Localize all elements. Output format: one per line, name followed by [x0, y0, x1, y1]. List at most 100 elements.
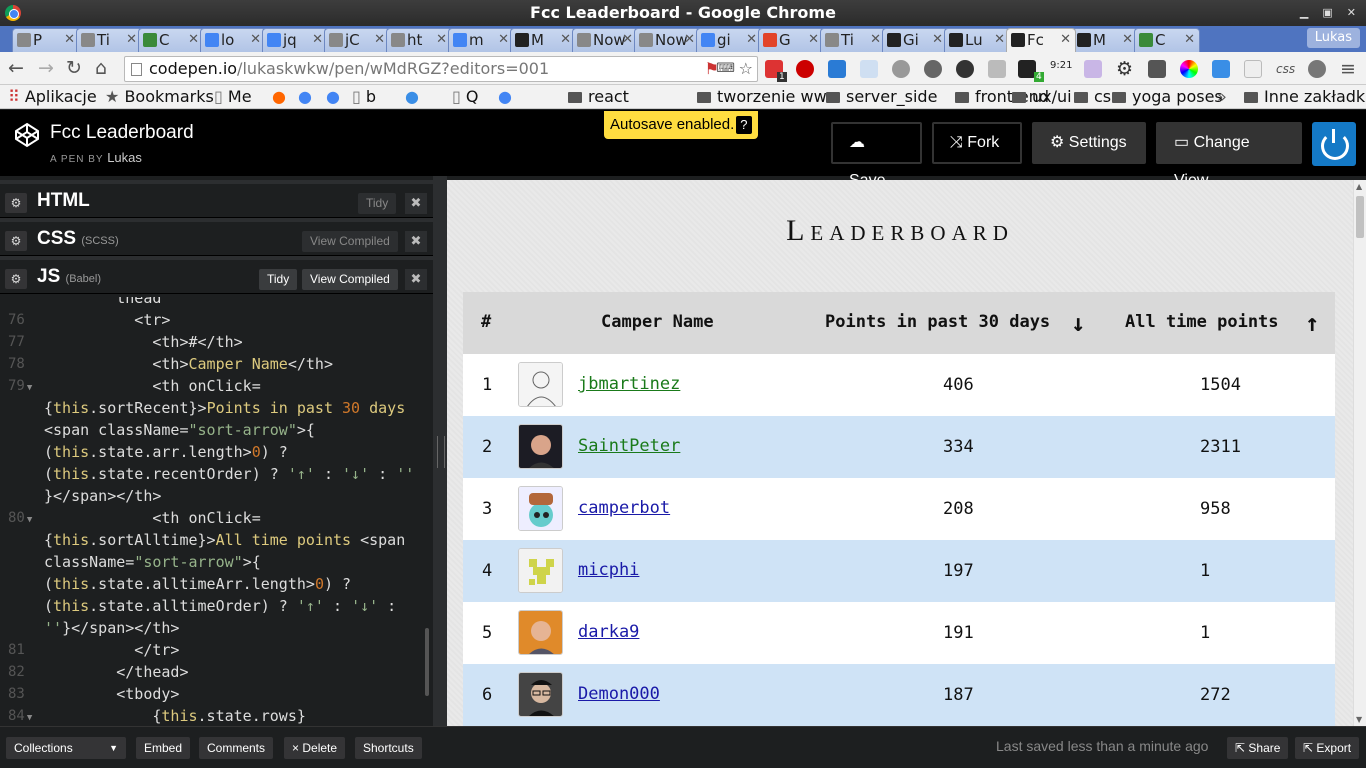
gear-icon[interactable]: ⚙ [1116, 58, 1133, 80]
browser-tab[interactable]: C ✕ [138, 28, 204, 52]
other-bookmarks[interactable]: Inne zakładki [1244, 86, 1366, 108]
extension-icon[interactable] [860, 60, 878, 78]
translate-icon[interactable]: ⌨ [716, 57, 735, 81]
bookmark-item[interactable]: ● [326, 86, 340, 108]
gear-icon[interactable]: ⚙ [5, 269, 27, 289]
bookmark-item[interactable]: ● [298, 86, 312, 108]
bookmark-item[interactable]: ★ Bookmarks [105, 86, 214, 108]
tab-close-icon[interactable]: ✕ [188, 29, 199, 51]
browser-tab[interactable]: P ✕ [12, 28, 80, 52]
forward-icon[interactable]: → [38, 58, 54, 78]
close-icon[interactable]: ✖ [405, 269, 427, 290]
pen-author[interactable]: Lukas [107, 150, 142, 165]
browser-tab[interactable]: Lu ✕ [944, 28, 1010, 52]
maximize-icon[interactable]: ▣ [1322, 0, 1332, 26]
code-scrollbar[interactable] [425, 628, 429, 696]
tab-close-icon[interactable]: ✕ [932, 29, 943, 51]
settings-button[interactable]: ⚙ Settings [1032, 122, 1146, 164]
minimize-icon[interactable]: ▁ [1300, 0, 1308, 26]
js-tidy-button[interactable]: Tidy [259, 269, 298, 290]
tab-close-icon[interactable]: ✕ [498, 29, 509, 51]
browser-tab[interactable]: Now ✕ [572, 28, 638, 52]
tab-close-icon[interactable]: ✕ [250, 29, 261, 51]
js-editor-title[interactable]: JS (Babel) [37, 266, 101, 288]
browser-tab[interactable]: C ✕ [1134, 28, 1200, 52]
gear-icon[interactable]: ⚙ [5, 231, 27, 251]
browser-tab[interactable]: gi ✕ [696, 28, 762, 52]
recent-points-header[interactable]: Points in past 30 days ↓ [825, 309, 1085, 337]
shortcuts-button[interactable]: Shortcuts [355, 737, 422, 759]
js-view-compiled-button[interactable]: View Compiled [302, 269, 398, 290]
tab-close-icon[interactable]: ✕ [312, 29, 323, 51]
browser-tab[interactable]: G ✕ [758, 28, 824, 52]
tab-close-icon[interactable]: ✕ [560, 29, 571, 51]
browser-tab[interactable]: Gi ✕ [882, 28, 948, 52]
profile-button[interactable]: Lukas [1306, 28, 1360, 48]
browser-tab[interactable]: jC ✕ [324, 28, 390, 52]
tab-close-icon[interactable]: ✕ [64, 29, 75, 51]
bookmark-item[interactable]: ● [272, 86, 286, 108]
alltime-points-header[interactable]: All time points ↑ [1125, 309, 1319, 337]
camper-link[interactable]: micphi [578, 560, 639, 580]
fold-arrow-icon[interactable]: ▼ [27, 383, 32, 393]
bookmark-item[interactable]: yoga poses [1112, 86, 1223, 108]
tab-close-icon[interactable]: ✕ [870, 29, 881, 51]
scroll-down-icon[interactable]: ▼ [1356, 715, 1362, 724]
collections-dropdown[interactable]: Collections ▼ [6, 737, 126, 759]
browser-tab[interactable]: M ✕ [510, 28, 576, 52]
bookmark-star-icon[interactable]: ☆ [739, 57, 753, 81]
camper-link[interactable]: SaintPeter [578, 436, 680, 456]
bookmark-item[interactable]: ● [405, 86, 419, 108]
bookmark-item[interactable]: tworzenie www [697, 86, 840, 108]
change-view-button[interactable]: ▭ Change View [1156, 122, 1302, 189]
tab-close-icon[interactable]: ✕ [126, 29, 137, 51]
user-power-icon[interactable] [1312, 122, 1356, 166]
html-tidy-button[interactable]: Tidy [358, 193, 397, 214]
close-icon[interactable]: ✖ [405, 231, 427, 252]
css-view-compiled-button[interactable]: View Compiled [302, 231, 398, 252]
codepen-logo-icon[interactable] [14, 122, 40, 148]
browser-tab[interactable]: ht ✕ [386, 28, 452, 52]
close-window-icon[interactable]: ✕ [1347, 0, 1356, 26]
bookmark-item[interactable]: ▯ Q [452, 86, 478, 108]
tab-close-icon[interactable]: ✕ [808, 29, 819, 51]
css-editor-title[interactable]: CSS (SCSS) [37, 228, 119, 250]
preview-scrollbar[interactable]: ▲ ▼ [1353, 180, 1366, 726]
camper-link[interactable]: darka9 [578, 622, 639, 642]
js-code-editor[interactable]: thead 76 <tr> 77 <th>#</th> 78 <th>Camper N… [0, 297, 425, 726]
extension-icon[interactable] [1084, 60, 1102, 78]
bookmark-item[interactable]: ▯ Me [214, 86, 252, 108]
extension-icon[interactable] [988, 60, 1006, 78]
bookmark-item[interactable]: ux/ui [1012, 86, 1072, 108]
fold-arrow-icon[interactable]: ▼ [27, 713, 32, 723]
export-button[interactable]: ⇱ Export [1295, 737, 1360, 759]
bookmark-item[interactable]: server_side [826, 86, 937, 108]
clock-icon[interactable] [956, 60, 974, 78]
tab-close-icon[interactable]: ✕ [1184, 29, 1195, 51]
browser-tab[interactable]: Ti ✕ [76, 28, 142, 52]
browser-tab[interactable]: jq ✕ [262, 28, 328, 52]
extension-icon[interactable] [924, 60, 942, 78]
extension-icon[interactable] [828, 60, 846, 78]
delete-button[interactable]: × Delete [284, 737, 346, 759]
extension-icon[interactable] [1148, 60, 1166, 78]
extension-icon[interactable] [1308, 60, 1326, 78]
share-button[interactable]: ⇱ Share [1227, 737, 1289, 759]
scroll-up-icon[interactable]: ▲ [1356, 182, 1362, 191]
browser-tab[interactable]: Ti ✕ [820, 28, 886, 52]
fold-arrow-icon[interactable]: ▼ [27, 515, 32, 525]
tab-close-icon[interactable]: ✕ [746, 29, 757, 51]
camper-link[interactable]: jbmartinez [578, 374, 680, 394]
tab-close-icon[interactable]: ✕ [1060, 29, 1071, 51]
adblock-icon[interactable] [796, 60, 814, 78]
browser-tab[interactable]: m ✕ [448, 28, 514, 52]
scroll-thumb[interactable] [1356, 196, 1364, 238]
comments-button[interactable]: Comments [199, 737, 274, 759]
home-icon[interactable]: ⌂ [95, 58, 107, 78]
address-bar[interactable]: codepen.io/lukaskwkw/pen/wMdRGZ?editors=… [124, 56, 758, 82]
browser-tab[interactable]: Now ✕ [634, 28, 700, 52]
tab-close-icon[interactable]: ✕ [1122, 29, 1133, 51]
browser-tab[interactable]: lo ✕ [200, 28, 266, 52]
back-icon[interactable]: ← [8, 58, 24, 78]
save-button[interactable]: ☁ Save [831, 122, 922, 189]
